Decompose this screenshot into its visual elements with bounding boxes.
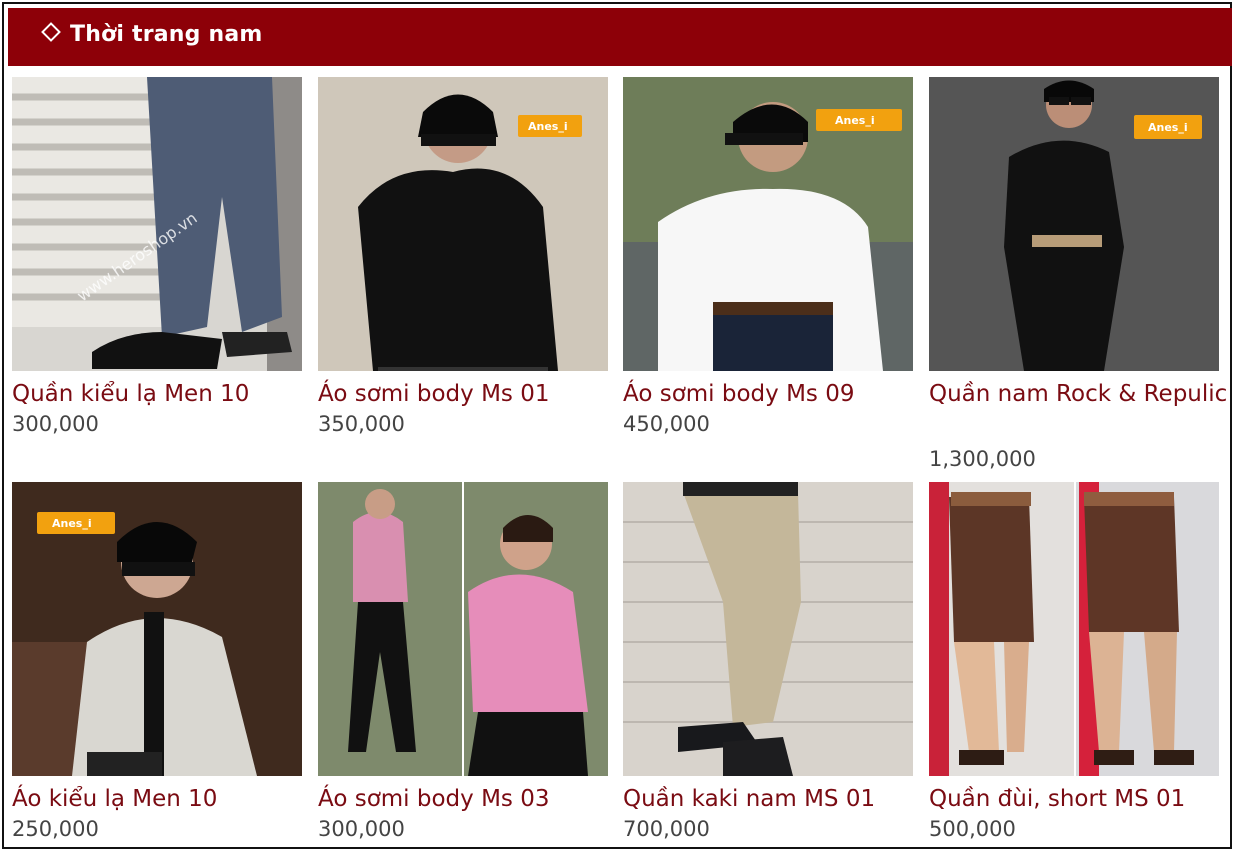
product-name-link[interactable]: Quần kiểu lạ Men 10 (12, 377, 312, 412)
watermark-badge: Anes_i (816, 109, 902, 131)
product-name-link[interactable]: Áo sơmi body Ms 03 (318, 782, 618, 817)
product-image[interactable] (929, 482, 1219, 776)
product-image[interactable]: www.heroshop.vn (12, 77, 302, 371)
diamond-icon (41, 22, 61, 42)
watermark-badge: Anes_i (518, 115, 582, 137)
svg-text:Anes_i: Anes_i (528, 120, 568, 133)
product-name-link[interactable]: Quần kaki nam MS 01 (623, 782, 923, 817)
svg-text:Anes_i: Anes_i (52, 517, 92, 530)
product-price: 250,000 (12, 817, 99, 841)
section-header: Thời trang nam (8, 8, 1232, 66)
product-image[interactable]: Anes_i (929, 77, 1219, 371)
product-image[interactable]: Anes_i (12, 482, 302, 776)
svg-text:Anes_i: Anes_i (1148, 121, 1188, 134)
product-price: 1,300,000 (929, 447, 1036, 471)
product-name-link[interactable]: Áo kiểu lạ Men 10 (12, 782, 312, 817)
product-name-link[interactable]: Quần đùi, short MS 01 (929, 782, 1229, 817)
svg-text:Anes_i: Anes_i (835, 114, 875, 127)
product-name-link[interactable]: Quần nam Rock & Repulic (929, 377, 1229, 412)
product-image[interactable] (623, 482, 913, 776)
section-title: Thời trang nam (41, 22, 263, 47)
product-price: 700,000 (623, 817, 710, 841)
product-price: 300,000 (318, 817, 405, 841)
product-image[interactable]: Anes_i (318, 77, 608, 371)
product-image[interactable] (318, 482, 608, 776)
product-name-link[interactable]: Áo sơmi body Ms 01 (318, 377, 618, 412)
product-image[interactable]: Anes_i (623, 77, 913, 371)
watermark-badge: Anes_i (1134, 115, 1202, 139)
product-price: 350,000 (318, 412, 405, 436)
watermark-badge: Anes_i (37, 512, 115, 534)
product-price: 500,000 (929, 817, 1016, 841)
product-name-link[interactable]: Áo sơmi body Ms 09 (623, 377, 923, 412)
product-price: 450,000 (623, 412, 710, 436)
product-price: 300,000 (12, 412, 99, 436)
